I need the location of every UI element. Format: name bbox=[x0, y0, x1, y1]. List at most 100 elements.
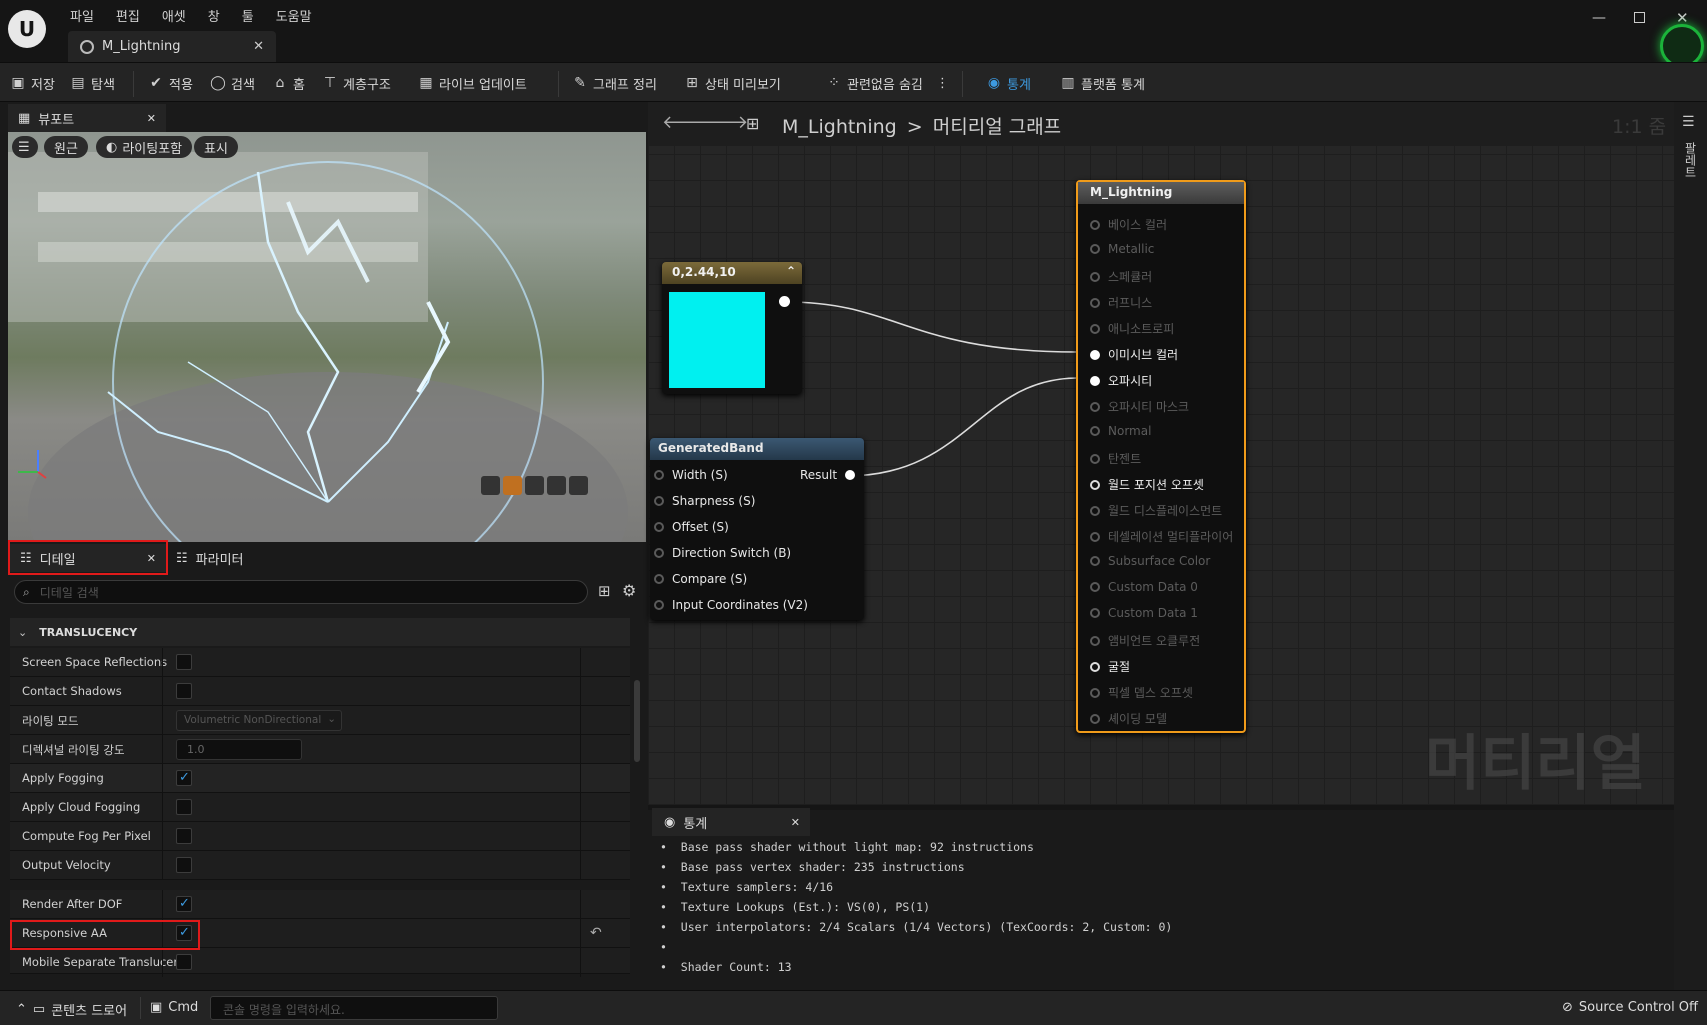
save-button[interactable]: ▣ 저장 bbox=[10, 72, 55, 94]
search-button[interactable]: ◯ 검색 bbox=[210, 72, 255, 94]
cylinder-preview-icon[interactable] bbox=[481, 476, 500, 495]
render-after-dof-checkbox[interactable] bbox=[176, 896, 192, 912]
lighting-mode-dropdown[interactable]: Volumetric NonDirectional ⌄ bbox=[176, 710, 342, 731]
opacity-wire bbox=[845, 377, 1079, 477]
material-pin[interactable]: Subsurface Color bbox=[1090, 554, 1210, 568]
apply-fogging-checkbox[interactable] bbox=[176, 770, 192, 786]
directional-lighting-intensity-input[interactable]: 1.0 bbox=[176, 739, 302, 760]
menu-tools[interactable]: 툴 bbox=[242, 6, 254, 25]
material-pin[interactable]: 월드 포지션 오프셋 bbox=[1090, 476, 1204, 493]
palette-menu-icon[interactable]: ☰ bbox=[1682, 114, 1695, 130]
browse-button[interactable]: ▤ 탐색 bbox=[70, 72, 115, 94]
source-control-button[interactable]: ⊘ Source Control Off bbox=[1562, 1000, 1698, 1015]
hierarchy-button[interactable]: ⊤ 계층구조 bbox=[322, 72, 391, 94]
menu-file[interactable]: 파일 bbox=[70, 6, 94, 25]
preview-state-button[interactable]: ⊞ 상태 미리보기 bbox=[684, 72, 781, 94]
menu-window[interactable]: 창 bbox=[208, 6, 220, 25]
palette-tab[interactable]: 팔레트 bbox=[1682, 142, 1699, 178]
material-pin[interactable]: Custom Data 1 bbox=[1090, 606, 1198, 620]
stats-line: • Texture samplers: 4/16 bbox=[660, 880, 834, 894]
close-tab-icon[interactable]: ✕ bbox=[253, 39, 264, 54]
screen-space-reflections-checkbox[interactable] bbox=[176, 654, 192, 670]
material-pin[interactable]: 애니소트로피 bbox=[1090, 320, 1174, 337]
material-pin[interactable]: 오파시티 bbox=[1090, 372, 1152, 389]
title-bar: U 파일 편집 애셋 창 툴 도움말 M_Lightning ✕ — ✕ bbox=[0, 0, 1707, 68]
plane-preview-icon[interactable] bbox=[525, 476, 544, 495]
maximize-icon[interactable] bbox=[1634, 12, 1645, 23]
contact-shadows-checkbox[interactable] bbox=[176, 683, 192, 699]
document-tab[interactable]: M_Lightning ✕ bbox=[68, 31, 276, 62]
custom-mesh-preview-icon[interactable] bbox=[569, 476, 588, 495]
compute-fog-per-pixel-checkbox[interactable] bbox=[176, 828, 192, 844]
material-pin[interactable]: 스페큘러 bbox=[1090, 268, 1152, 285]
close-viewport-icon[interactable]: ✕ bbox=[147, 112, 156, 125]
pin-icon bbox=[1090, 713, 1100, 724]
settings-gear-icon[interactable]: ⚙ bbox=[622, 581, 636, 600]
apply-button[interactable]: ✔ 적용 bbox=[148, 72, 193, 94]
source-control-off-icon: ⊘ bbox=[1562, 1000, 1573, 1015]
details-scrollbar[interactable] bbox=[634, 680, 640, 762]
stats-button[interactable]: ◉ 통계 bbox=[986, 72, 1031, 94]
band-output-result[interactable]: Result bbox=[800, 468, 856, 482]
menu-edit[interactable]: 편집 bbox=[116, 6, 140, 25]
tab-stats[interactable]: ◉ 통계 ✕ bbox=[652, 808, 810, 836]
cube-preview-icon[interactable] bbox=[547, 476, 566, 495]
apply-cloud-fogging-checkbox[interactable] bbox=[176, 799, 192, 815]
collapse-icon[interactable]: ⌃ bbox=[786, 264, 796, 278]
band-input-coordinates[interactable]: Input Coordinates (V2) bbox=[654, 598, 808, 612]
content-drawer-button[interactable]: ⌃ ▭ 콘텐츠 드로어 bbox=[16, 1000, 127, 1019]
material-pin[interactable]: 이미시브 컬러 bbox=[1090, 346, 1178, 363]
material-pin[interactable]: 오파시티 마스크 bbox=[1090, 398, 1189, 415]
translucency-section-header[interactable]: ⌄ TRANSLUCENCY bbox=[10, 618, 630, 646]
hide-unrelated-button[interactable]: ⁘ 관련없음 숨김 bbox=[826, 72, 923, 94]
band-input-sharpness[interactable]: Sharpness (S) bbox=[654, 494, 755, 508]
viewport-menu-icon[interactable]: ☰ bbox=[12, 136, 38, 158]
document-tab-title: M_Lightning bbox=[102, 39, 181, 54]
material-result-node[interactable]: M_Lightning 베이스 컬러 Metallic 스페큘러 러프니스 애니소트로피… bbox=[1076, 180, 1246, 733]
material-pin[interactable]: Custom Data 0 bbox=[1090, 580, 1198, 594]
more-options-icon[interactable]: ⋮ bbox=[936, 72, 949, 94]
material-pin[interactable]: 월드 디스플레이스먼트 bbox=[1090, 502, 1222, 519]
band-input-compare[interactable]: Compare (S) bbox=[654, 572, 747, 586]
cmd-button[interactable]: ▣ Cmd bbox=[150, 1000, 198, 1015]
table-view-icon[interactable]: ⊞ bbox=[598, 582, 611, 600]
reset-to-default-icon[interactable]: ↶ bbox=[590, 925, 602, 941]
band-input-width[interactable]: Width (S) bbox=[654, 468, 728, 482]
sphere-preview-icon[interactable] bbox=[503, 476, 522, 495]
lit-mode-button[interactable]: ◐ 라이팅포함 bbox=[96, 136, 193, 158]
platform-stats-button[interactable]: ▥ 플랫폼 통계 bbox=[1060, 72, 1145, 94]
close-stats-icon[interactable]: ✕ bbox=[791, 816, 800, 829]
material-pin[interactable]: Metallic bbox=[1090, 242, 1154, 256]
material-pin[interactable]: 베이스 컬러 bbox=[1090, 216, 1167, 233]
band-input-direction-switch[interactable]: Direction Switch (B) bbox=[654, 546, 791, 560]
mobile-separate-translucency-checkbox[interactable] bbox=[176, 954, 192, 970]
show-button[interactable]: 표시 bbox=[194, 136, 238, 158]
material-pin[interactable]: 러프니스 bbox=[1090, 294, 1152, 311]
constant-color-node[interactable]: 0,2.44,10 ⌃ bbox=[662, 262, 802, 394]
viewport-preview[interactable] bbox=[8, 132, 646, 542]
material-pin[interactable]: 굴절 bbox=[1090, 658, 1130, 675]
minimize-icon[interactable]: — bbox=[1592, 10, 1606, 26]
home-button[interactable]: ⌂ 홈 bbox=[272, 72, 305, 94]
live-update-button[interactable]: ▦ 라이브 업데이트 bbox=[418, 72, 526, 94]
material-pin[interactable]: Normal bbox=[1090, 424, 1151, 438]
console-command-input[interactable]: 콘솔 명령을 입력하세요. bbox=[210, 996, 498, 1020]
material-pin[interactable]: 탄젠트 bbox=[1090, 450, 1141, 467]
emissive-wire bbox=[785, 301, 1079, 353]
tab-viewport[interactable]: ▦ 뷰포트 ✕ bbox=[8, 104, 166, 132]
details-search-input[interactable]: ⌕ 디테일 검색 bbox=[14, 580, 588, 604]
menu-help[interactable]: 도움말 bbox=[276, 6, 312, 25]
material-pin[interactable]: 픽셀 뎁스 오프셋 bbox=[1090, 684, 1193, 701]
band-input-offset[interactable]: Offset (S) bbox=[654, 520, 729, 534]
perspective-button[interactable]: 원근 bbox=[44, 136, 88, 158]
generated-band-node[interactable]: GeneratedBand Width (S) Sharpness (S) Of… bbox=[650, 438, 864, 620]
menu-asset[interactable]: 애셋 bbox=[162, 6, 186, 25]
clean-graph-button[interactable]: ✎ 그래프 정리 bbox=[572, 72, 657, 94]
output-velocity-checkbox[interactable] bbox=[176, 857, 192, 873]
material-pin[interactable]: 앰비언트 오클루전 bbox=[1090, 632, 1200, 649]
material-pin[interactable]: 테셀레이션 멀티플라이어 bbox=[1090, 528, 1233, 545]
tab-parameters[interactable]: ☷ 파라미터 bbox=[176, 544, 316, 572]
unreal-logo-icon[interactable]: U bbox=[8, 10, 46, 48]
material-pin[interactable]: 셰이딩 모델 bbox=[1090, 710, 1167, 727]
output-pin-icon[interactable] bbox=[779, 296, 790, 307]
